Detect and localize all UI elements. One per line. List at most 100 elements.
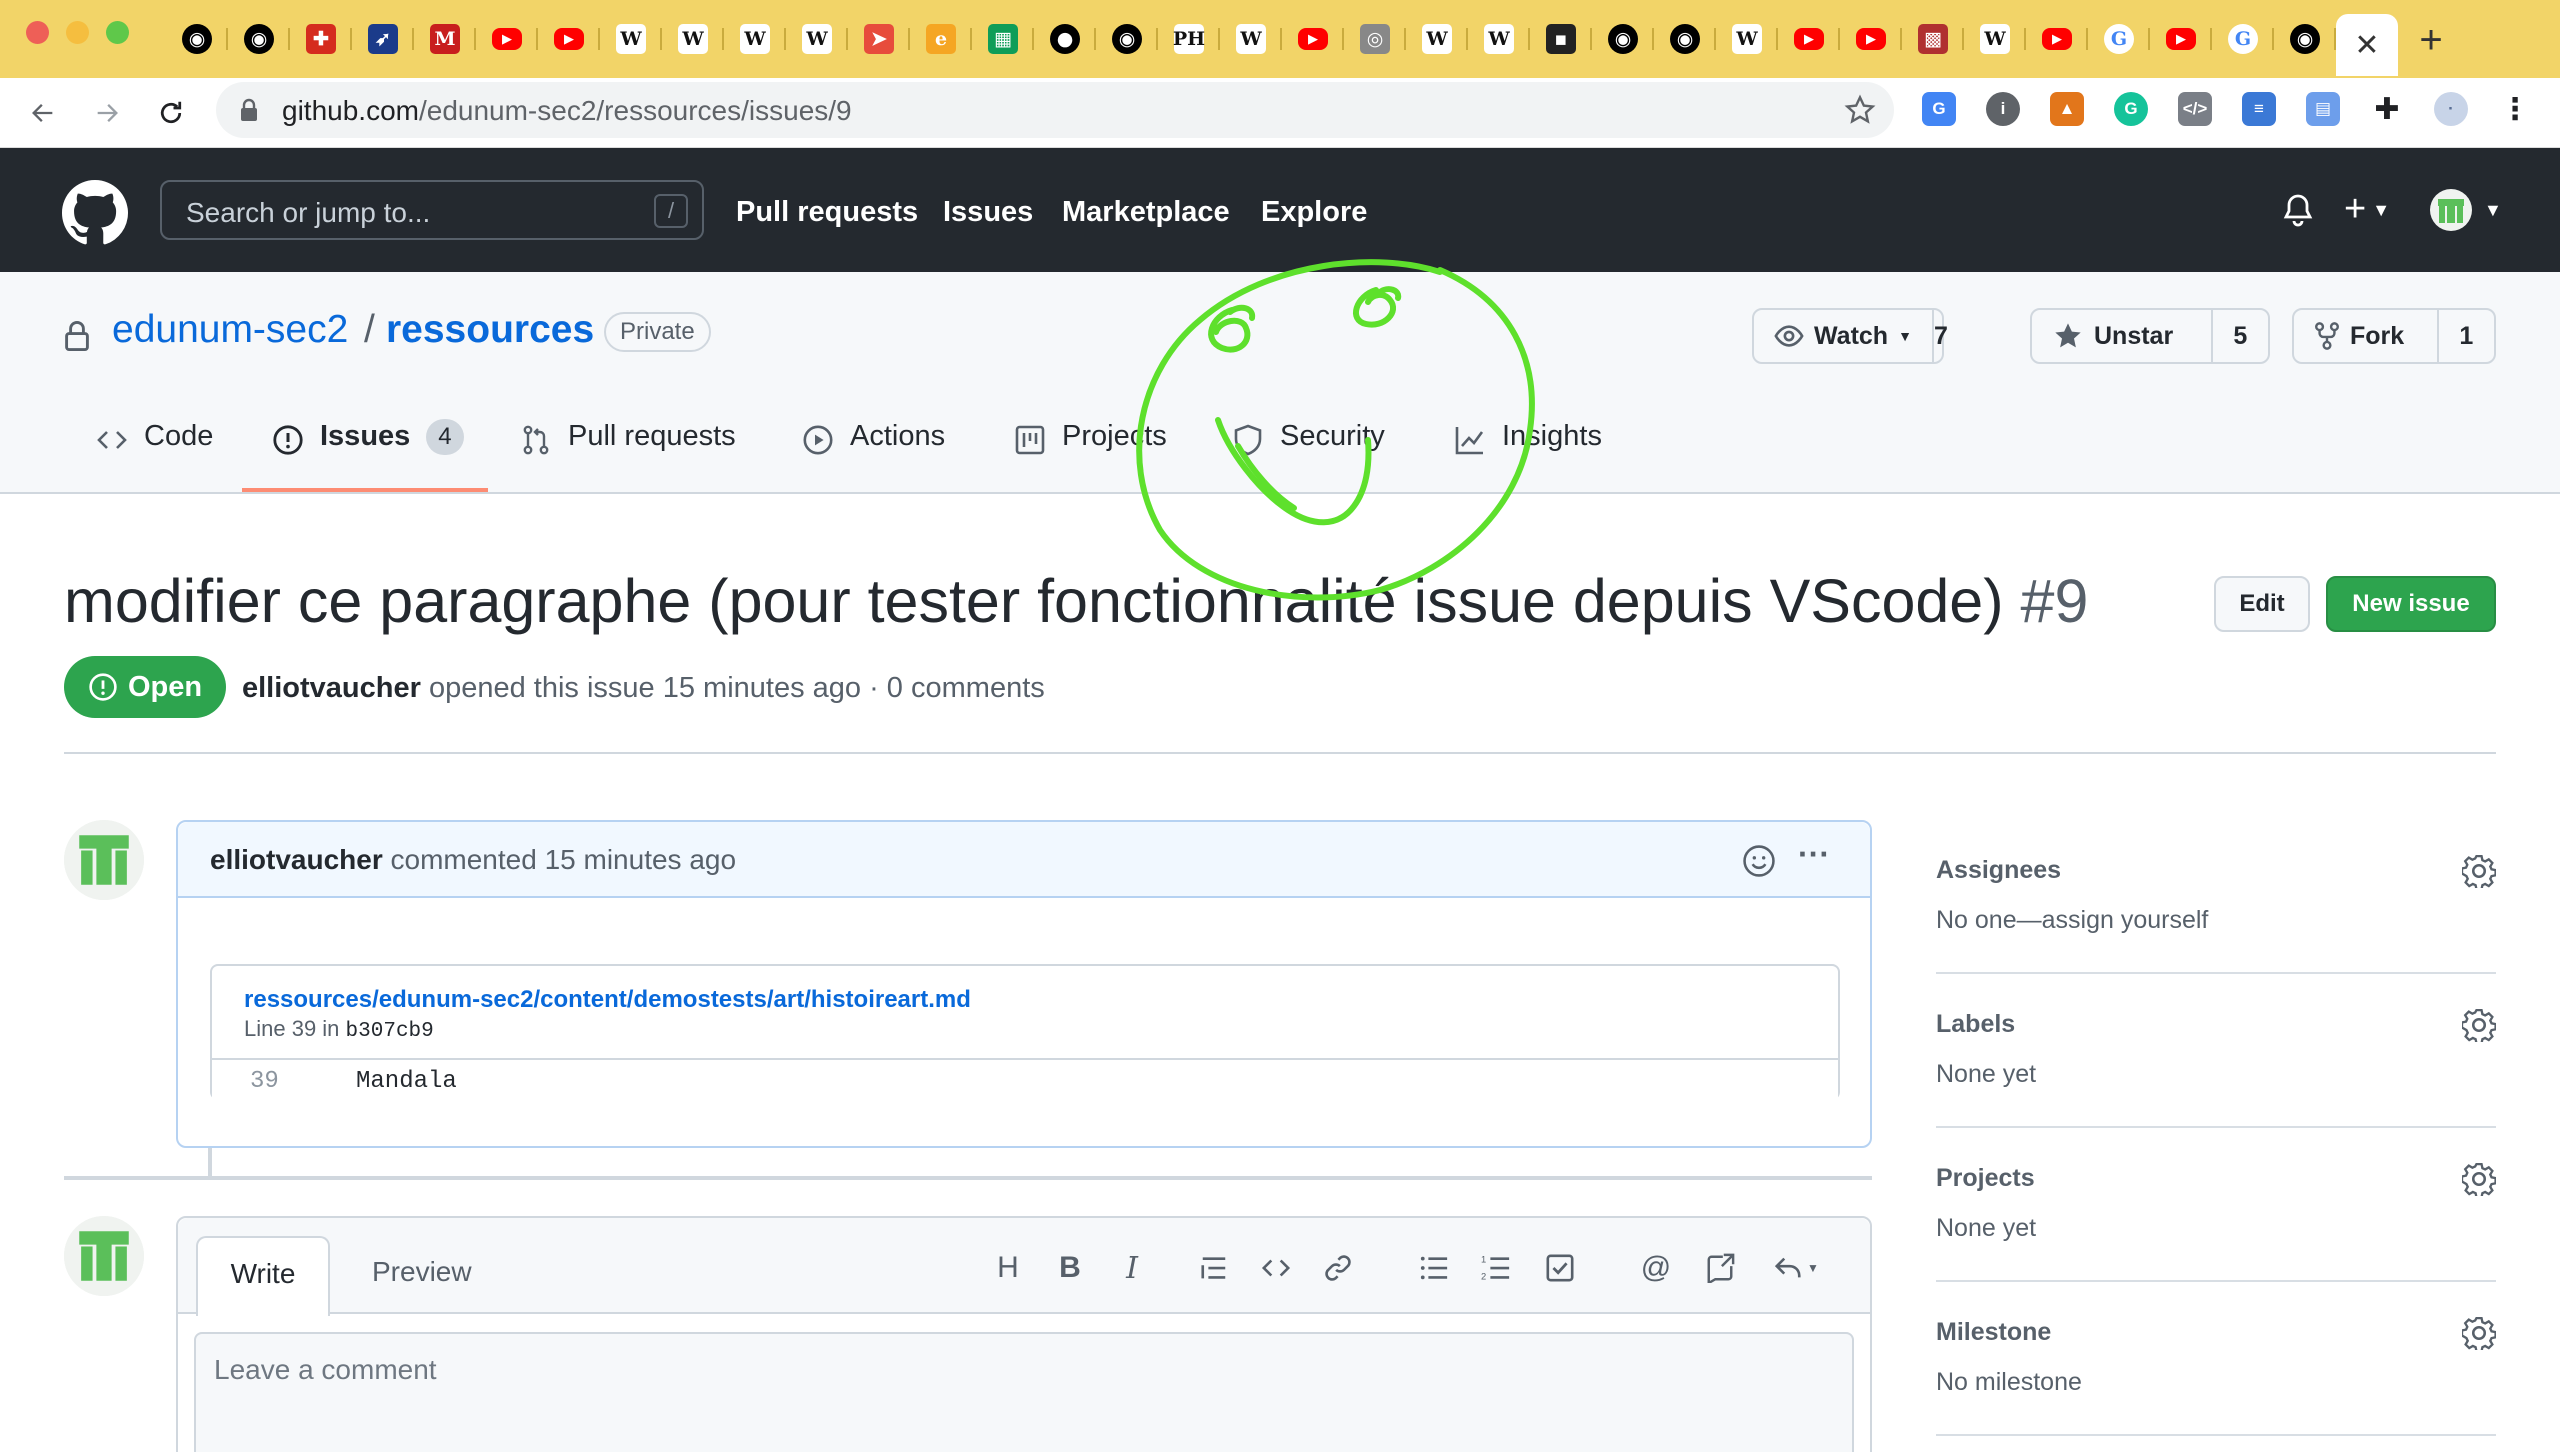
browser-tab[interactable]: ● xyxy=(1034,14,1096,64)
browser-tab[interactable]: G xyxy=(2088,14,2150,64)
comment-timestamp[interactable]: commented 15 minutes ago xyxy=(391,844,737,875)
close-tab-icon[interactable]: ✕ xyxy=(2354,28,2379,63)
browser-tab[interactable]: ◉ xyxy=(1654,14,1716,64)
user-avatar-dropdown[interactable]: ▼ xyxy=(2430,189,2506,231)
browser-tab[interactable]: M xyxy=(414,14,476,64)
comment-author-link[interactable]: elliotvaucher xyxy=(210,844,383,875)
browser-tab[interactable]: W xyxy=(1468,14,1530,64)
labels-heading[interactable]: Labels xyxy=(1936,1010,2015,1039)
cross-reference-icon[interactable] xyxy=(1700,1248,1740,1288)
fork-button[interactable]: Fork 1 xyxy=(2292,308,2496,364)
fork-count[interactable]: 1 xyxy=(2436,310,2494,362)
current-user-avatar[interactable] xyxy=(64,1216,144,1296)
bookmark-star-icon[interactable] xyxy=(1844,94,1876,126)
tab-projects[interactable]: Projects xyxy=(1014,420,1167,492)
watch-count[interactable]: 7 xyxy=(1931,310,1948,362)
italic-icon[interactable]: I xyxy=(1112,1248,1152,1288)
browser-tab[interactable]: ▪ xyxy=(1530,14,1592,64)
browser-tab[interactable]: W xyxy=(600,14,662,64)
quote-icon[interactable] xyxy=(1194,1248,1234,1288)
browser-tab[interactable]: W xyxy=(786,14,848,64)
google-translate-extension-icon[interactable]: G xyxy=(1922,92,1956,126)
browser-tab[interactable]: ◉ xyxy=(166,14,228,64)
browser-tab[interactable]: ▶ xyxy=(1778,14,1840,64)
comment-author-avatar[interactable] xyxy=(64,820,144,900)
tab-insights[interactable]: Insights xyxy=(1454,420,1602,492)
kebab-menu-icon[interactable]: ··· xyxy=(1798,836,1830,873)
mention-icon[interactable]: @ xyxy=(1636,1248,1676,1288)
address-bar[interactable]: github.com/edunum-sec2/ressources/issues… xyxy=(216,82,1894,138)
document-extension-icon[interactable]: ▤ xyxy=(2306,92,2340,126)
gear-icon[interactable] xyxy=(2462,1008,2496,1042)
tab-pull-requests[interactable]: Pull requests xyxy=(520,420,736,492)
browser-tab[interactable]: G xyxy=(2212,14,2274,64)
watch-label[interactable]: Watch ▼ xyxy=(1754,310,1932,362)
tab-preview[interactable]: Preview xyxy=(372,1256,472,1288)
browser-tab[interactable]: PH xyxy=(1158,14,1220,64)
tab-actions[interactable]: Actions xyxy=(802,420,945,492)
unstar-label[interactable]: Unstar xyxy=(2032,310,2211,362)
grammarly-icon[interactable]: G xyxy=(2114,92,2148,126)
browser-tab[interactable]: W xyxy=(1220,14,1282,64)
nav-marketplace[interactable]: Marketplace xyxy=(1062,196,1230,229)
profile-avatar-icon[interactable]: · xyxy=(2434,92,2468,126)
browser-tab[interactable]: ▶ xyxy=(1282,14,1344,64)
snippet-commit-hash[interactable]: b307cb9 xyxy=(346,1020,434,1043)
browser-tab[interactable]: ◉ xyxy=(2274,14,2336,64)
repo-owner-link[interactable]: edunum-sec2 xyxy=(112,308,348,352)
edit-title-button[interactable]: Edit xyxy=(2214,576,2310,632)
browser-tab[interactable]: ➶ xyxy=(352,14,414,64)
minimize-window-button[interactable] xyxy=(66,21,89,44)
browser-tab[interactable]: ◎ xyxy=(1344,14,1406,64)
forward-arrow-icon[interactable] xyxy=(84,90,130,136)
browser-tab[interactable]: ✚ xyxy=(290,14,352,64)
heading-icon[interactable]: H xyxy=(988,1248,1028,1288)
browser-tab[interactable]: W xyxy=(662,14,724,64)
browser-tab[interactable]: ▶ xyxy=(476,14,538,64)
snippet-file-link[interactable]: ressources/edunum-sec2/content/demostest… xyxy=(244,986,971,1014)
create-new-dropdown[interactable]: + ▼ xyxy=(2344,188,2390,231)
extension-stats-icon[interactable]: i xyxy=(1986,92,2020,126)
fork-label[interactable]: Fork xyxy=(2294,310,2437,362)
tab-security[interactable]: Security xyxy=(1232,420,1385,492)
comment-textarea[interactable]: Leave a comment xyxy=(194,1332,1854,1452)
browser-tab[interactable]: W xyxy=(1964,14,2026,64)
new-tab-button[interactable]: + xyxy=(2405,14,2457,66)
back-arrow-icon[interactable] xyxy=(20,90,66,136)
bold-icon[interactable]: B xyxy=(1050,1248,1090,1288)
github-logo-icon[interactable] xyxy=(62,180,128,246)
browser-tab[interactable]: ▦ xyxy=(972,14,1034,64)
browser-tab[interactable]: ▶ xyxy=(1840,14,1902,64)
browser-tab[interactable]: ▶ xyxy=(2026,14,2088,64)
zoom-window-button[interactable] xyxy=(106,21,129,44)
reload-icon[interactable] xyxy=(148,90,194,136)
browser-tab[interactable]: ▩ xyxy=(1902,14,1964,64)
browser-menu-icon[interactable]: ⋮ xyxy=(2498,92,2532,126)
browser-tab[interactable]: ◉ xyxy=(1592,14,1654,64)
add-reaction-smiley-icon[interactable] xyxy=(1742,844,1776,878)
tab-code[interactable]: Code xyxy=(96,420,213,492)
browser-tab[interactable]: W xyxy=(1406,14,1468,64)
browser-tab[interactable]: ▶ xyxy=(2150,14,2212,64)
assignees-heading[interactable]: Assignees xyxy=(1936,856,2061,885)
notification-bell-icon[interactable] xyxy=(2282,194,2314,228)
projects-heading[interactable]: Projects xyxy=(1936,1164,2035,1193)
link-icon[interactable] xyxy=(1318,1248,1358,1288)
gear-icon[interactable] xyxy=(2462,1162,2496,1196)
browser-tab[interactable]: ▶ xyxy=(538,14,600,64)
tab-issues[interactable]: Issues 4 xyxy=(242,419,488,492)
browser-tab[interactable]: W xyxy=(724,14,786,64)
star-count[interactable]: 5 xyxy=(2210,310,2268,362)
unstar-button[interactable]: Unstar 5 xyxy=(2030,308,2270,364)
task-list-icon[interactable] xyxy=(1540,1248,1580,1288)
assignees-value[interactable]: No one—assign yourself xyxy=(1936,906,2208,935)
repo-name-link[interactable]: ressources xyxy=(386,308,594,352)
reader-extension-icon[interactable]: ≡ xyxy=(2242,92,2276,126)
browser-tab[interactable]: ◉ xyxy=(1096,14,1158,64)
browser-tab[interactable]: e xyxy=(910,14,972,64)
watch-button[interactable]: Watch ▼ 7 xyxy=(1752,308,1948,364)
nav-issues[interactable]: Issues xyxy=(943,196,1033,229)
new-issue-button[interactable]: New issue xyxy=(2326,576,2496,632)
nav-pull-requests[interactable]: Pull requests xyxy=(736,196,918,229)
numbered-list-icon[interactable]: 12 xyxy=(1476,1248,1516,1288)
